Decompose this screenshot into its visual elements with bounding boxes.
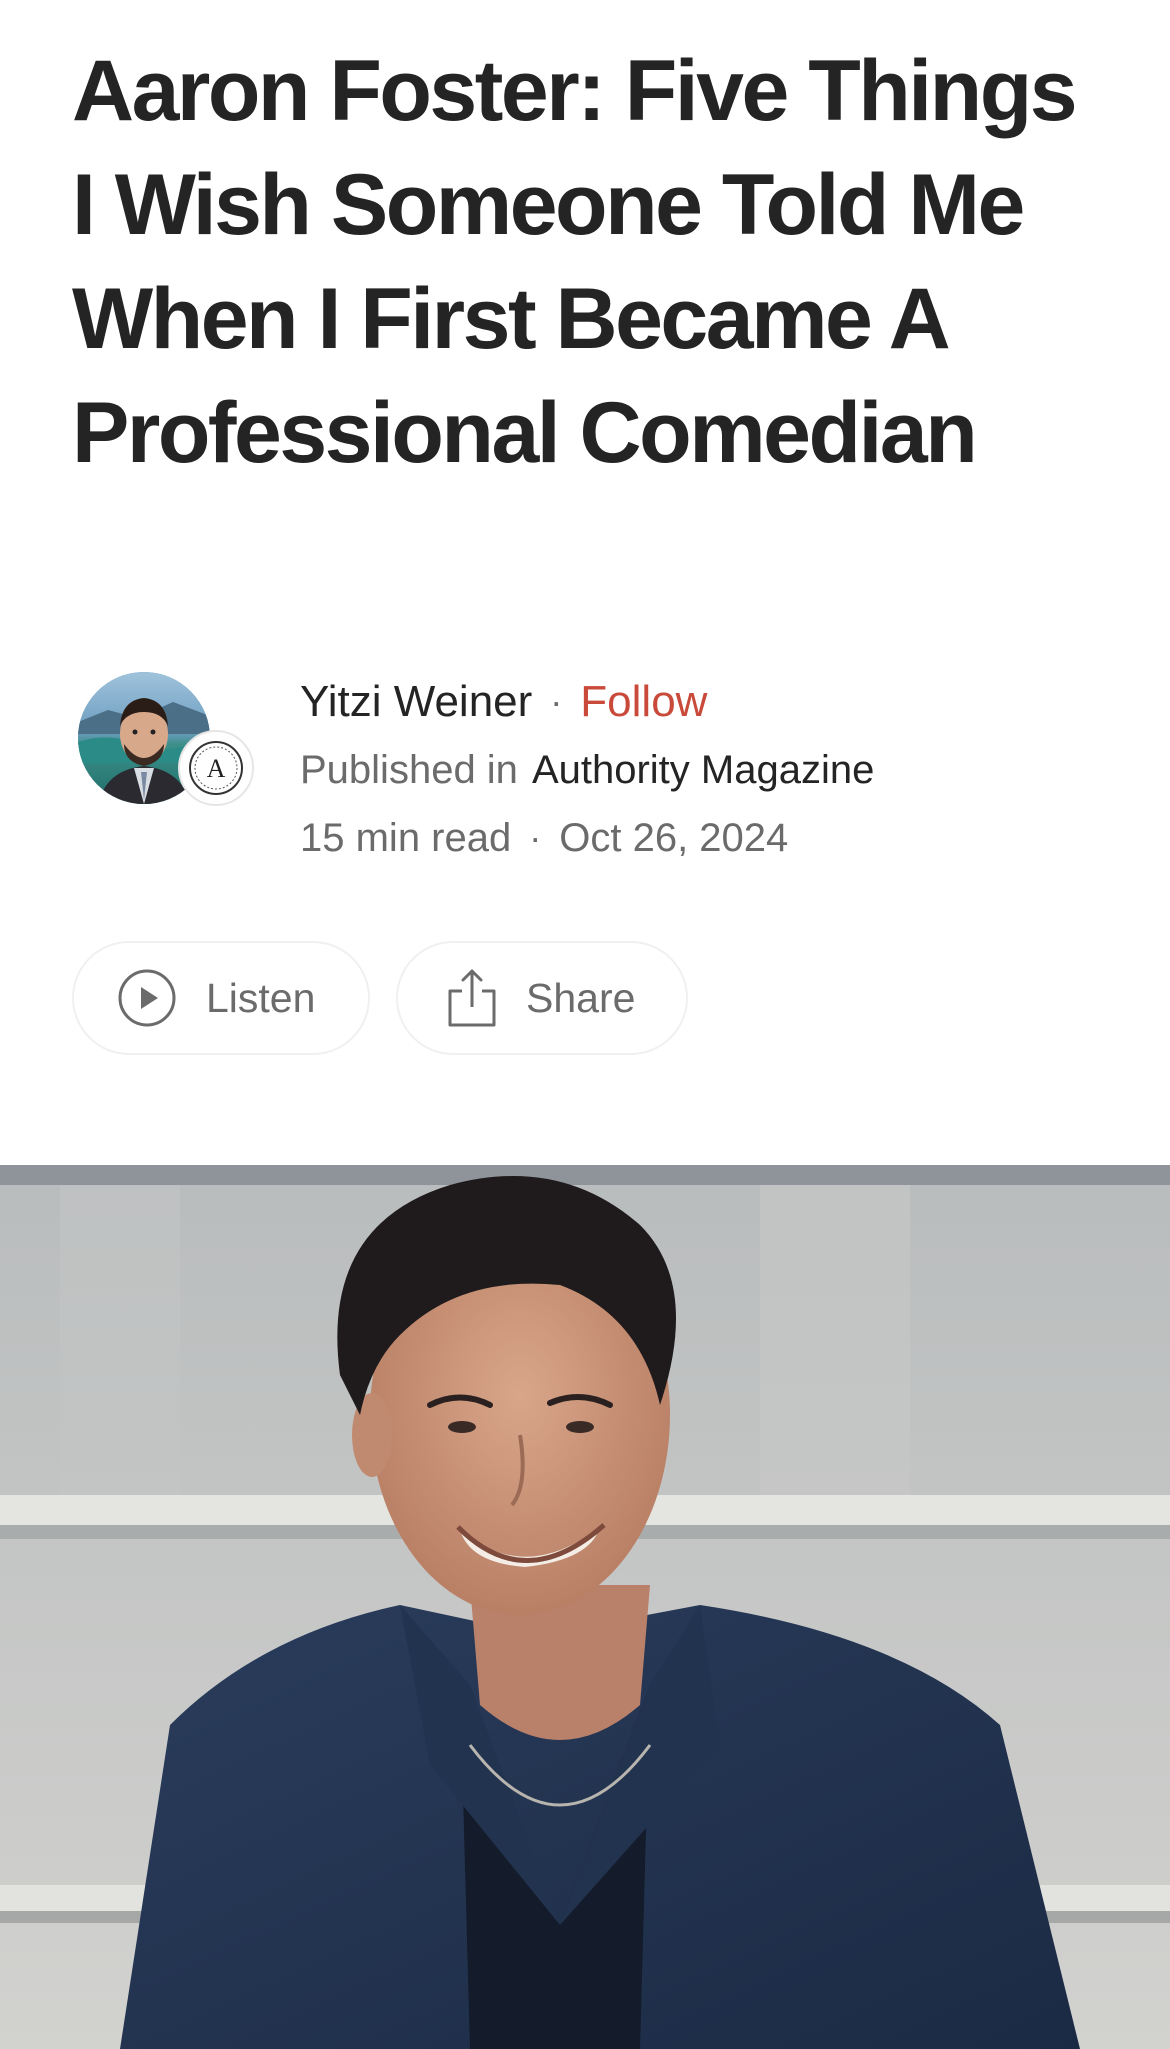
publication-badge[interactable]: A [178,730,254,806]
author-byline: A Yitzi Weiner · Follow Published in Aut… [72,668,1112,868]
publication-logo-icon: A [189,741,243,795]
separator-dot: · [550,681,563,722]
read-time: 15 min read [300,815,512,860]
byline-line-publication: Published in Authority Magazine [300,736,874,804]
article-title: Aaron Foster: Five Things I Wish Someone… [72,43,1078,481]
published-in-label: Published in [300,747,518,792]
byline-line-stats: 15 min read · Oct 26, 2024 [300,804,874,872]
byline-meta: Yitzi Weiner · Follow Published in Autho… [300,668,874,872]
share-button[interactable]: Share [396,941,688,1055]
article-actions: Listen Share [72,941,688,1055]
publish-date: Oct 26, 2024 [559,815,789,860]
share-label: Share [526,974,636,1021]
listen-label: Listen [206,974,316,1021]
publication-badge-letter: A [207,754,226,783]
author-name-link[interactable]: Yitzi Weiner [300,677,532,727]
separator-dot: · [529,817,542,858]
follow-button[interactable]: Follow [580,677,707,727]
hero-image [0,1165,1170,2049]
publication-link[interactable]: Authority Magazine [532,748,874,793]
share-icon [446,967,498,1029]
play-circle-icon [116,967,178,1029]
hero-portrait-image [0,1165,1170,2049]
byline-line-author: Yitzi Weiner · Follow [300,668,874,736]
article-page: Aaron Foster: Five Things I Wish Someone… [0,0,1170,2049]
listen-button[interactable]: Listen [72,941,370,1055]
